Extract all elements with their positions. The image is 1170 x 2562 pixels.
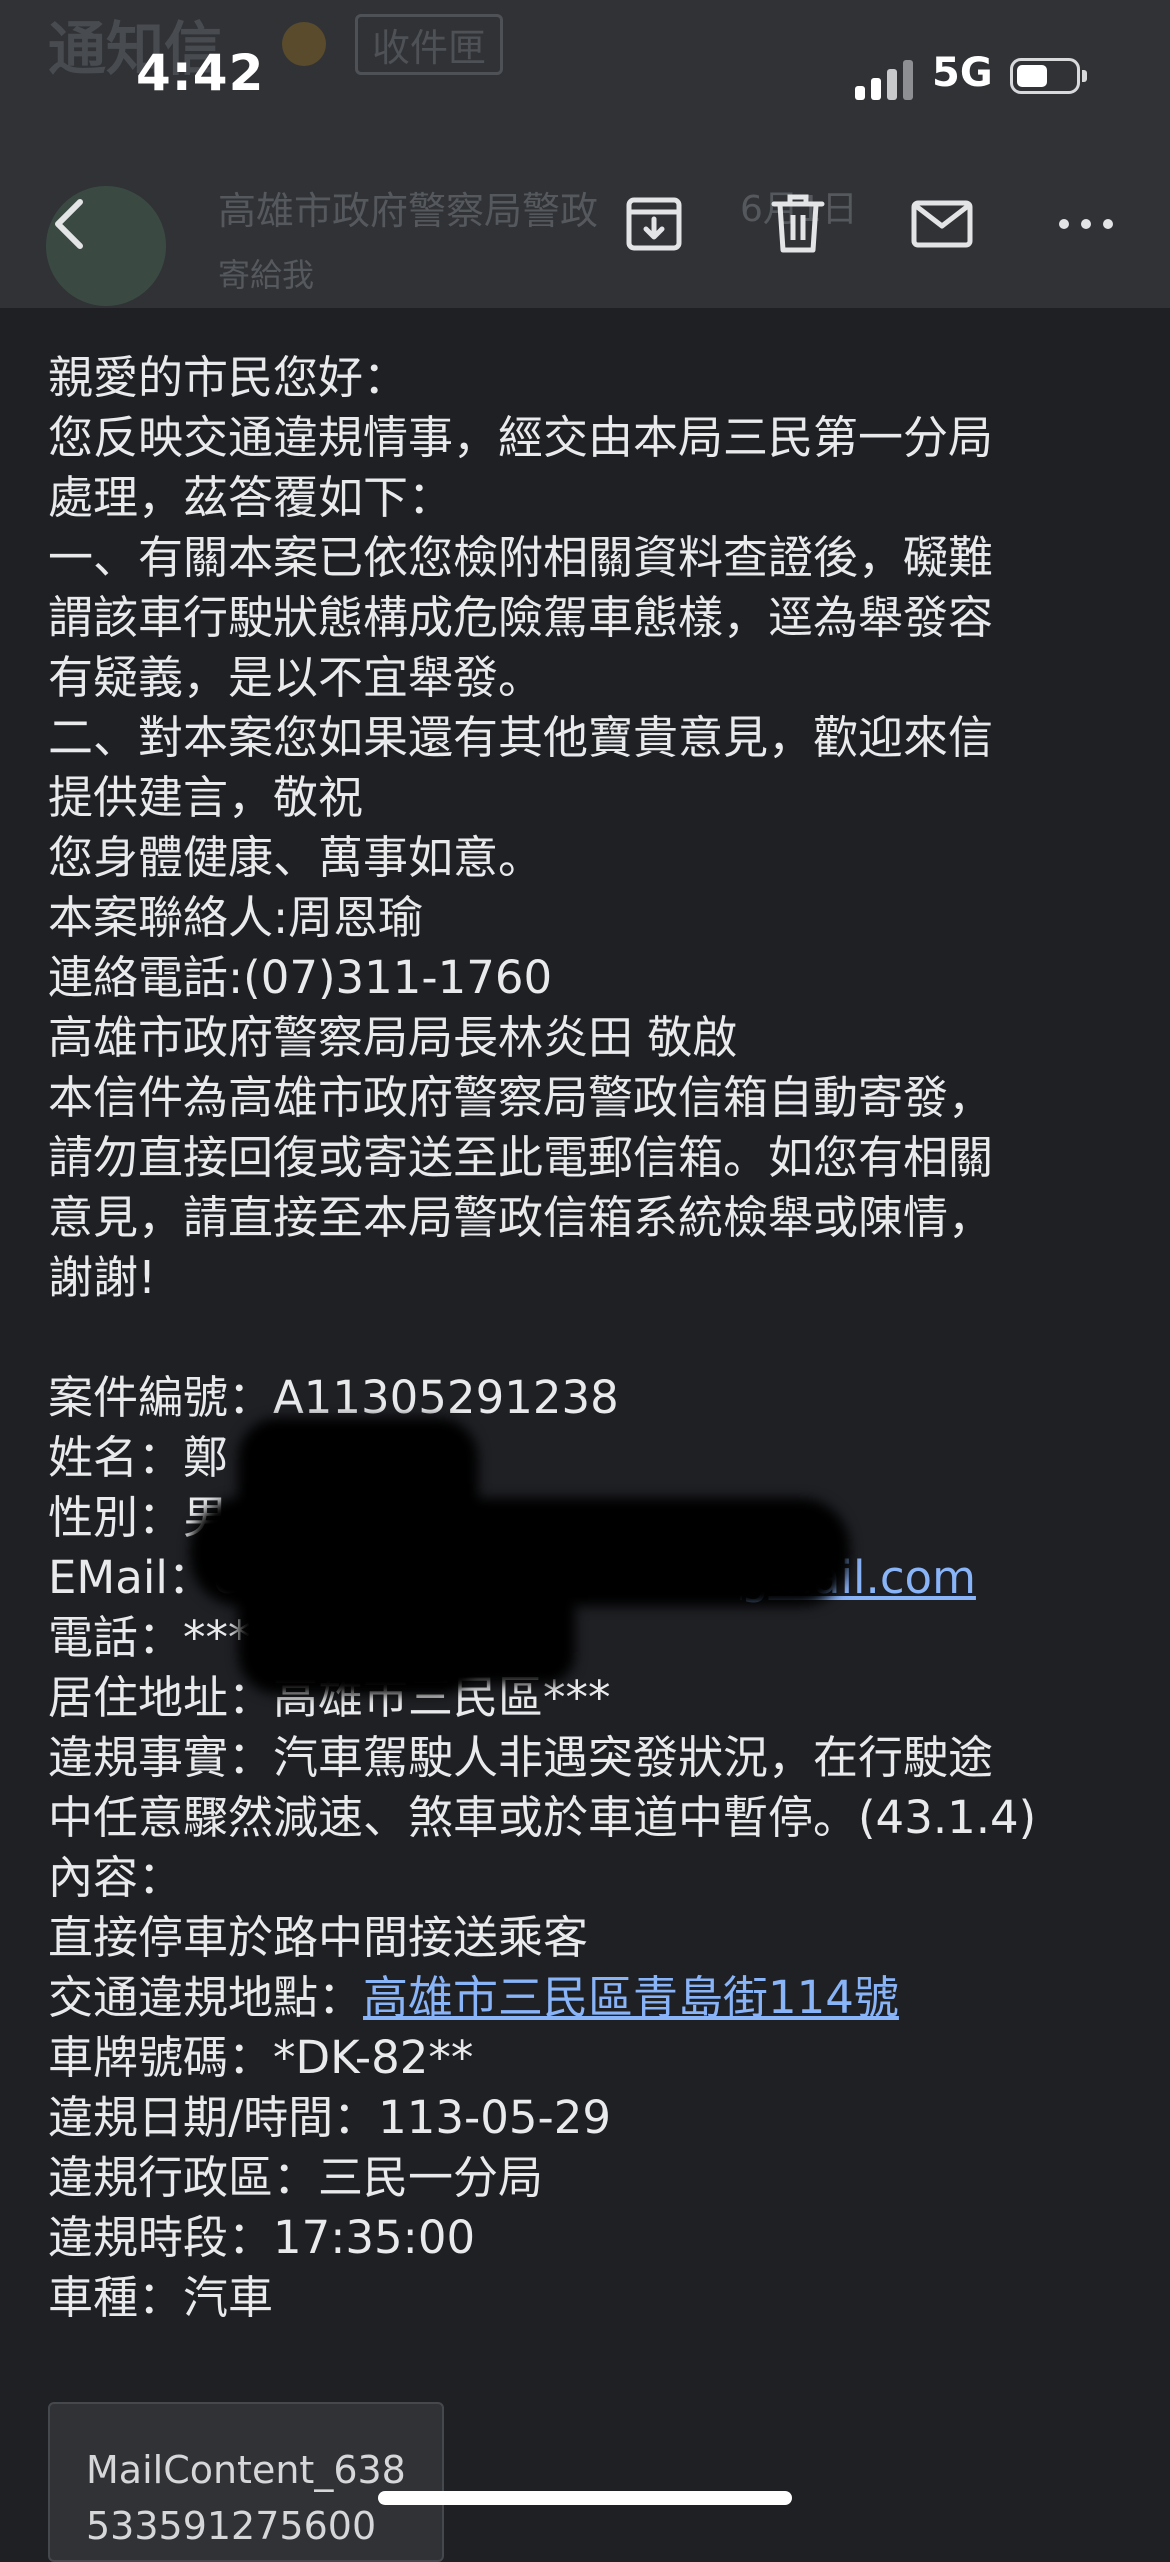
redaction-mark bbox=[330, 1580, 575, 1684]
location-label: 交通違規地點： bbox=[48, 1971, 364, 2024]
importance-marker-icon bbox=[282, 22, 326, 66]
reporter-address: 居住地址：高雄市三民區*** bbox=[48, 1671, 611, 1724]
signature: 高雄市政府警察局局長林炎田 敬啟 bbox=[48, 1011, 738, 1064]
contact-person: 本案聯絡人:周恩瑜 bbox=[48, 891, 424, 944]
body-line: 有疑義，是以不宜舉發。 bbox=[48, 651, 544, 704]
violation-fact: 中任意驟然減速、煞車或於車道中暫停。(43.1.4) bbox=[48, 1791, 1037, 1844]
body-line: 處理，茲答覆如下： bbox=[48, 471, 454, 524]
body-line: 本信件為高雄市政府警察局警政信箱自動寄發， bbox=[48, 1071, 994, 1124]
body-line: 提供建言，敬祝 bbox=[48, 771, 364, 824]
body-line: 謝謝! bbox=[48, 1251, 157, 1304]
body-line: 您身體健康、萬事如意。 bbox=[48, 831, 544, 884]
archive-icon[interactable] bbox=[618, 188, 690, 260]
content-label: 內容： bbox=[48, 1851, 184, 1904]
content-text: 直接停車於路中間接送乘客 bbox=[48, 1911, 589, 1964]
reporter-phone: 電話：****703 bbox=[48, 1611, 359, 1664]
body-line: 謂該車行駛狀態構成危險駕車態樣，逕為舉發容 bbox=[48, 591, 994, 644]
message-body: 親愛的市民您好： 您反映交通違規情事，經交由本局三民第一分局 處理，茲答覆如下：… bbox=[48, 348, 1138, 2328]
location-link[interactable]: 高雄市三民區青島街114號 bbox=[363, 1971, 899, 2024]
background-sender: 高雄市政府警察局警政 bbox=[218, 189, 599, 233]
back-icon[interactable] bbox=[36, 188, 108, 260]
violation-fact: 違規事實：汽車駕駛人非遇突發狀況，在行駛途 bbox=[48, 1731, 994, 1784]
attachment-card[interactable]: MailContent_638 533591275600 bbox=[48, 2402, 444, 2562]
body-line: 一、有關本案已依您檢附相關資料查證後，礙難 bbox=[48, 531, 994, 584]
violation-time-slot: 違規時段：17:35:00 bbox=[48, 2211, 476, 2264]
contact-phone: 連絡電話:(07)311-1760 bbox=[48, 951, 553, 1004]
battery-icon bbox=[1010, 58, 1087, 94]
vehicle-type: 車種：汽車 bbox=[48, 2271, 274, 2324]
background-recipient: 寄給我 bbox=[218, 256, 315, 294]
plate-number: 車牌號碼：*DK-82** bbox=[48, 2031, 474, 2084]
body-line: 親愛的市民您好： bbox=[48, 351, 409, 404]
status-time: 4:42 bbox=[136, 44, 265, 102]
more-icon[interactable] bbox=[1050, 188, 1122, 260]
attachment-filename: MailContent_638 bbox=[86, 2448, 406, 2492]
case-number: 案件編號：A11305291238 bbox=[48, 1371, 619, 1424]
signal-icon bbox=[855, 58, 915, 100]
body-line: 意見，請直接至本局警政信箱系統檢舉或陳情， bbox=[48, 1191, 994, 1244]
attachment-filename-cont: 533591275600 bbox=[86, 2504, 377, 2548]
top-app-bar: 通知信 收件匣 高雄市政府警察局警政 6月1日 寄給我 4:42 5G bbox=[0, 0, 1170, 308]
body-line: 請勿直接回復或寄送至此電郵信箱。如您有相關 bbox=[48, 1131, 994, 1184]
reporter-name: 姓名：鄭 bbox=[48, 1431, 229, 1484]
email-label: EMail： bbox=[48, 1551, 213, 1604]
violation-datetime: 違規日期/時間：113-05-29 bbox=[48, 2091, 612, 2144]
home-indicator[interactable] bbox=[378, 2491, 792, 2505]
delete-icon[interactable] bbox=[762, 188, 834, 260]
body-line: 您反映交通違規情事，經交由本局三民第一分局 bbox=[48, 411, 994, 464]
mail-icon[interactable] bbox=[906, 188, 978, 260]
background-label-tag: 收件匣 bbox=[355, 14, 504, 75]
network-label: 5G bbox=[932, 50, 993, 96]
body-line: 二、對本案您如果還有其他寶貴意見，歡迎來信 bbox=[48, 711, 994, 764]
violation-district: 違規行政區：三民一分局 bbox=[48, 2151, 544, 2204]
violation-location: 交通違規地點：高雄市三民區青島街114號 bbox=[48, 1968, 1138, 2028]
